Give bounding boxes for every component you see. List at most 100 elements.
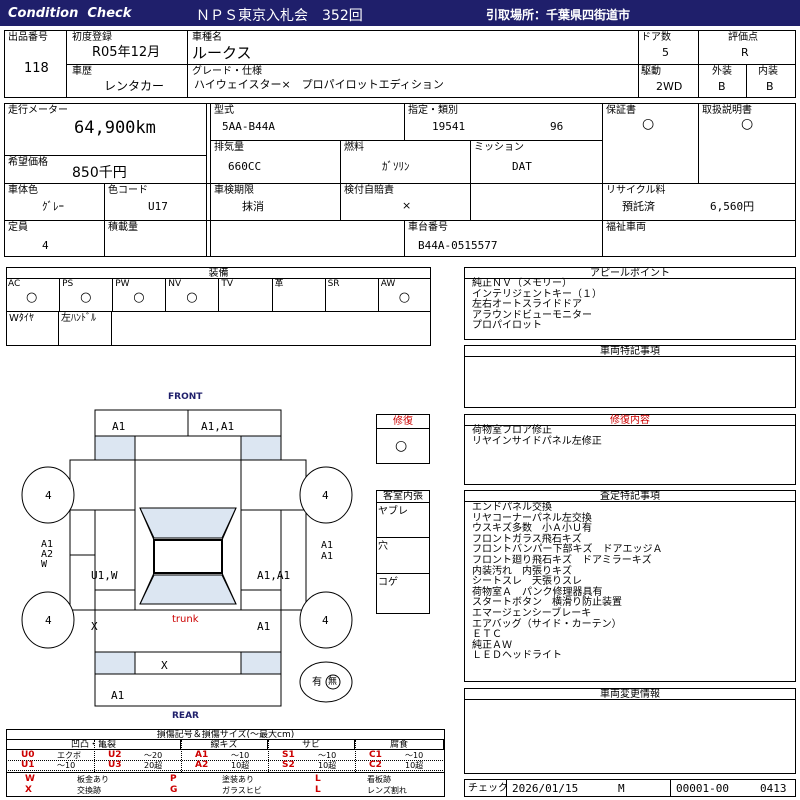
equipment-cell-sr: SR (324, 278, 378, 311)
history-label: 車歴 (72, 66, 92, 77)
equipment-cell-pw: PW ○ (112, 278, 165, 311)
legend-column-header: 腐食 (355, 740, 444, 750)
doors-value: 5 (662, 46, 669, 59)
designation-value: 19541 (432, 120, 466, 133)
warranty-label: 保証書 (606, 105, 636, 116)
displacement-label: 排気量 (214, 142, 244, 153)
equipment-label: 革 (274, 279, 284, 289)
header-location: 引取場所：千葉県四街道市 (486, 8, 631, 22)
spare-label: 有 (312, 677, 322, 688)
fuel-value: ｶﾞｿﾘﾝ (382, 160, 410, 173)
inspector-note-line: ＬＥＤヘッドライト (472, 650, 562, 662)
equipment-cell-aw: AW ○ (377, 278, 431, 311)
inspection-label: 車検期限 (214, 185, 254, 196)
model-label: 型式 (214, 105, 234, 116)
grade-label: グレード・仕様 (192, 66, 262, 77)
equipment-label: SR (327, 279, 340, 289)
footer-number: 0413 (760, 782, 787, 795)
load-label: 積載量 (108, 222, 138, 233)
exterior-label: 外装 (712, 66, 732, 77)
interior-hole-label: 穴 (378, 541, 388, 552)
grade-value: ハイウェイスター× プロパイロットエディション (194, 78, 444, 91)
interior-tear-label: ヤブレ (378, 506, 408, 517)
mission-value: DAT (512, 160, 532, 173)
lot-label: 出品番号 (8, 32, 48, 43)
repair-detail-line: 荷物室フロア修正 (472, 425, 552, 436)
interior-label: 内装 (758, 66, 778, 77)
equipment-wtire-label: Wﾀｲﾔ (9, 313, 34, 324)
equipment-cell-ps: PS ○ (59, 278, 112, 311)
tire-rear-right: 4 (322, 614, 329, 627)
interior-condition-title: 客室内張 (377, 491, 429, 503)
inspector-notes-list: エンドパネル交換 リヤコーナーパネル左交換 ウスキズ多数 小Ａ小Ｕ有 フロントガラス飛… (472, 502, 663, 662)
category-value: 96 (550, 120, 564, 133)
header-left-title: Condition Check (8, 6, 132, 21)
tire-front-right: 4 (322, 489, 329, 502)
grade-score-label: 評価点 (728, 32, 758, 43)
appeal-line: 純正ＮＶ（メモリー） (472, 278, 572, 289)
first-reg-label: 初度登録 (72, 32, 112, 43)
right-door-damage: A1,A1 (257, 569, 291, 582)
price-value: 850千円 (72, 165, 127, 181)
interior-value: B (766, 80, 774, 93)
recycle-status: 預託済 (622, 200, 655, 213)
legend-column-header: 線キズ (181, 740, 268, 750)
inspector-note-line: エマージェンシーブレーキ (472, 607, 592, 619)
footer-check-label: チェック (468, 783, 508, 794)
repair-mark: ○ (395, 438, 408, 454)
equipment-lefthandle-label: 左ﾊﾝﾄﾞﾙ (61, 313, 96, 324)
equipment-cell-tv: TV (218, 278, 271, 311)
equipment-mark: ○ (80, 290, 92, 305)
repair-title: 修復 (377, 415, 429, 429)
grade-score-value: R (741, 46, 749, 59)
legend-desc: 塗装あり (222, 775, 254, 784)
legend-desc: ガラスヒビ (222, 786, 262, 795)
history-value: レンタカー (104, 79, 165, 93)
manual-label: 取扱説明書 (702, 105, 752, 116)
tire-front-left: 4 (45, 489, 52, 502)
equipment-label: NV (168, 279, 182, 289)
equipment-cell-革: 革 (271, 278, 325, 311)
insurance-value: × (402, 199, 412, 212)
legend-desc: 看板跡 (367, 775, 391, 784)
equipment-cell-ac: AC ○ (6, 278, 59, 311)
repair-detail-line: リヤインサイドパネル左修正 (472, 435, 602, 447)
legend-column-header: サビ (268, 740, 355, 750)
left-door-damage: U1,W (91, 569, 118, 582)
legend-code: W (25, 774, 35, 784)
recycle-label: リサイクル料 (606, 185, 666, 196)
rear-center-damage: X (161, 659, 168, 672)
footer-code: 00001-00 (676, 782, 729, 795)
insurance-label: 検付自賠責 (344, 185, 394, 196)
car-name-value: ルークス (192, 44, 252, 62)
displacement-value: 660CC (228, 160, 262, 173)
legend-title: 損傷記号＆損傷サイズ(〜最大cm) (7, 730, 444, 740)
footer-date: 2026/01/15 (512, 782, 579, 795)
equipment-mark: ○ (186, 290, 198, 305)
header-center-title: ＮＰＳ東京入札会 352回 (196, 8, 363, 24)
lot-value: 118 (24, 61, 49, 76)
changes-title: 車両変更情報 (465, 689, 795, 700)
equipment-cell-nv: NV ○ (165, 278, 218, 311)
chassis-label: 車台番号 (408, 222, 448, 233)
right-rear-damage: A1 (257, 620, 271, 633)
legend-code: P (170, 774, 177, 784)
trunk-label: trunk (172, 614, 199, 625)
footer-mark: M (618, 782, 625, 795)
legend-desc: 交換跡 (77, 786, 101, 795)
equipment-label: TV (221, 279, 234, 289)
fuel-label: 燃料 (344, 142, 364, 153)
front-right-damage: A1,A1 (201, 420, 235, 433)
tire-rear-left: 4 (45, 614, 52, 627)
mission-label: ミッション (474, 142, 524, 153)
left-side-damage: A1 A2 W (41, 539, 54, 570)
equipment-label: PS (62, 279, 74, 289)
drive-value: 2WD (656, 80, 683, 93)
manual-value: ○ (741, 116, 754, 132)
car-diagram (21, 409, 353, 707)
car-name-label: 車種名 (192, 32, 222, 43)
drive-label: 駆動 (641, 66, 661, 77)
model-value: 5AA-B44A (222, 120, 275, 133)
price-label: 希望価格 (8, 157, 48, 168)
body-color-label: 車体色 (8, 185, 38, 196)
